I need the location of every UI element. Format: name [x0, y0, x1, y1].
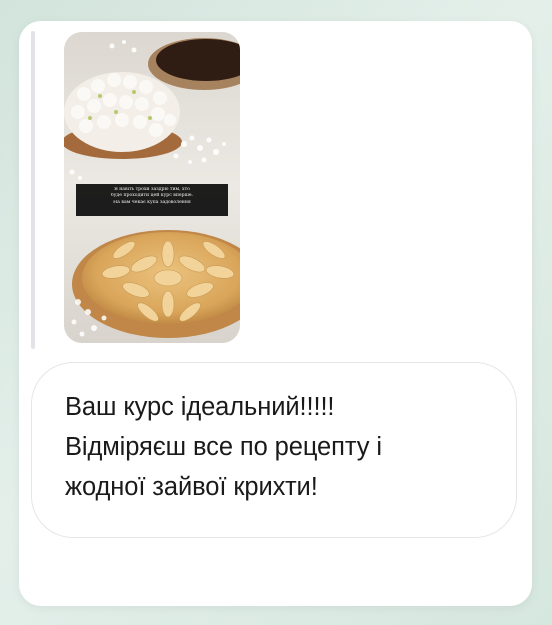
story-caption-line: На вам чекає купа задоволення [113, 199, 191, 205]
message-card: Я навіть трохи заздрю тим, хто буде прох… [19, 21, 532, 606]
message-text-line: Ваш курс ідеальний!!!!! [65, 393, 335, 421]
reply-indicator-bar [31, 31, 35, 349]
story-thumbnail[interactable]: Я навіть трохи заздрю тим, хто буде прох… [64, 32, 240, 343]
message-text-line: Відміряєш все по рецепту і [65, 433, 382, 461]
story-caption: Я навіть трохи заздрю тим, хто буде прох… [76, 184, 228, 216]
message-bubble[interactable]: Ваш курс ідеальний!!!!! Відміряєш все по… [31, 362, 517, 538]
message-text-line: жодної зайвої крихти! [65, 473, 318, 501]
